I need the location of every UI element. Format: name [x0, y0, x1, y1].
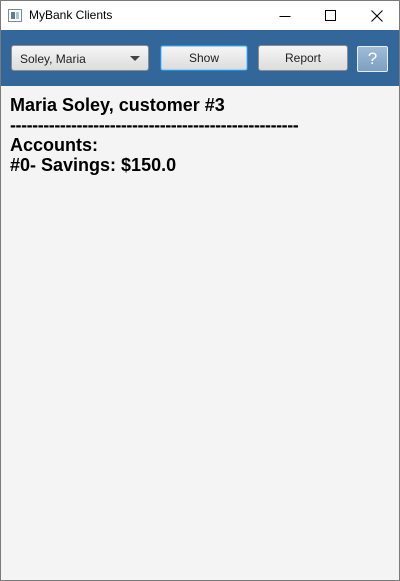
report-button[interactable]: Report: [258, 45, 348, 71]
help-button[interactable]: ?: [357, 46, 388, 72]
app-window-icon: [8, 9, 22, 22]
customer-report: Maria Soley, customer #3 ---------------…: [10, 95, 390, 175]
account-item: #0- Savings: $150.0: [10, 155, 177, 175]
customer-select-value: Soley, Maria: [20, 52, 86, 66]
close-button[interactable]: [354, 1, 399, 30]
app-window: MyBank Clients Soley, Maria Show Report …: [0, 0, 400, 581]
customer-select[interactable]: Soley, Maria: [11, 45, 149, 71]
minimize-button[interactable]: [262, 1, 308, 30]
window-title: MyBank Clients: [29, 8, 113, 22]
title-bar[interactable]: MyBank Clients: [1, 1, 399, 30]
customer-heading: Maria Soley, customer #3: [10, 95, 225, 115]
chevron-down-icon: [130, 56, 140, 61]
accounts-label: Accounts:: [10, 135, 99, 155]
maximize-icon: [325, 10, 336, 21]
minimize-icon: [279, 16, 291, 17]
close-icon: [371, 10, 383, 22]
report-separator: ----------------------------------------…: [10, 115, 299, 135]
show-button[interactable]: Show: [160, 45, 248, 71]
toolbar: Soley, Maria Show Report ?: [1, 30, 399, 86]
maximize-button[interactable]: [308, 1, 354, 30]
